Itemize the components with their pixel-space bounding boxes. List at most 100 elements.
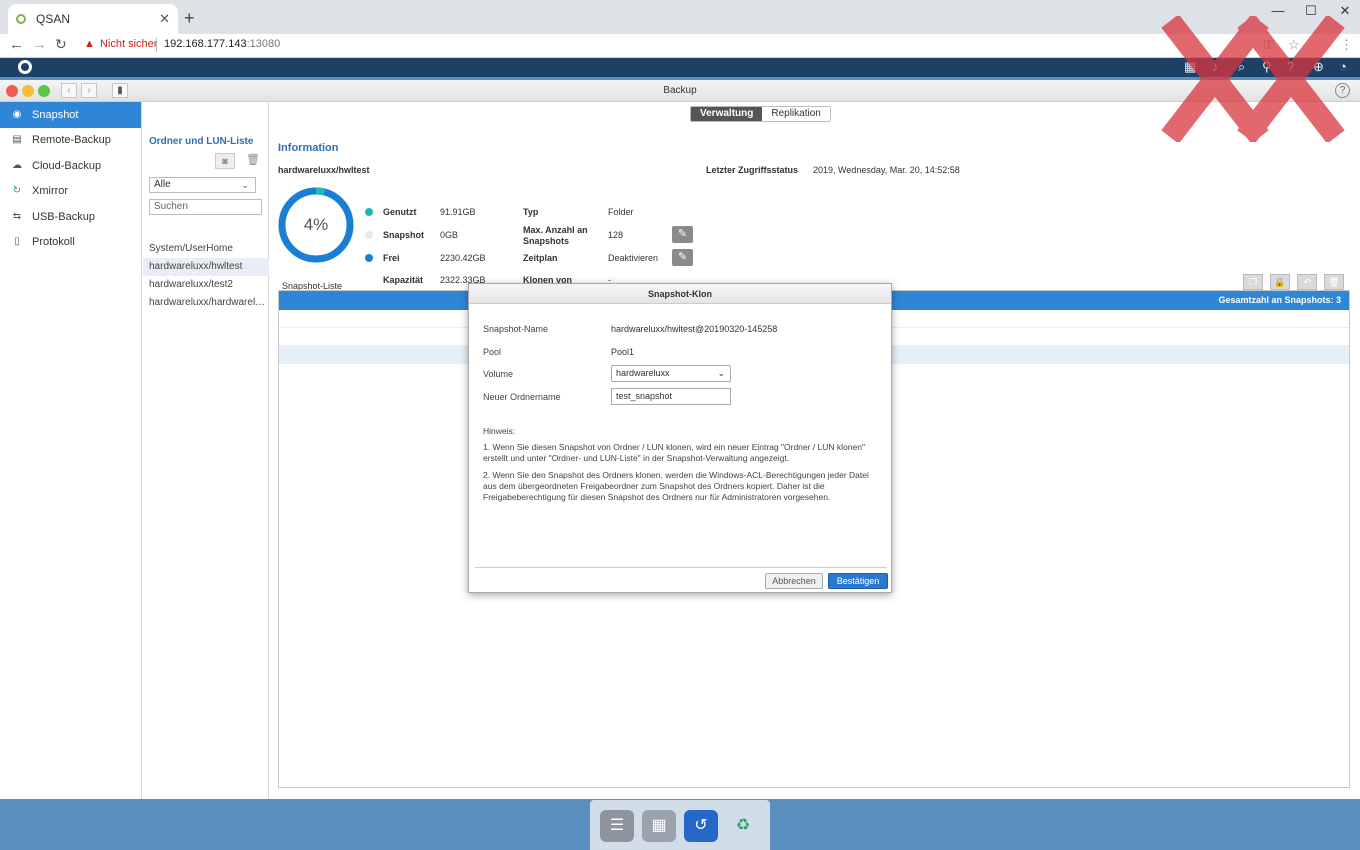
info-title: Information bbox=[278, 142, 339, 154]
log-icon: ▯ bbox=[14, 236, 20, 248]
legend-snapshot-label: Snapshot bbox=[383, 230, 425, 240]
folder-name-input[interactable]: test_snapshot bbox=[611, 388, 731, 405]
storage-manager-icon[interactable]: ☰ bbox=[600, 810, 634, 842]
pool-value: Pool1 bbox=[611, 347, 635, 357]
qsan-top-bar: ▦ ♪ ⌕ ⚲ ? ⊕ ◔ bbox=[0, 58, 1360, 77]
camera-icon: ◉ bbox=[12, 108, 22, 120]
tab-verwaltung[interactable]: Verwaltung bbox=[691, 107, 763, 121]
edit-schedule-button[interactable]: ✎ bbox=[672, 249, 693, 266]
url-field[interactable]: 192.168.177.143:13080 bbox=[164, 38, 280, 50]
volume-select[interactable]: hardwareluxx ⌄ bbox=[611, 365, 731, 382]
prop-type-label: Typ bbox=[523, 207, 539, 217]
snapshot-name-label: Snapshot-Name bbox=[483, 324, 549, 334]
sidebar-item-usb-backup[interactable]: ⇆ USB-Backup bbox=[0, 204, 141, 230]
dialog-title: Snapshot-Klon bbox=[469, 284, 891, 304]
warning-icon: ▲ bbox=[84, 38, 95, 50]
sidebar-item-snapshot[interactable]: ◉ Snapshot bbox=[0, 102, 141, 128]
legend-free-dot bbox=[365, 254, 373, 262]
sidebar-item-protokoll[interactable]: ▯ Protokoll bbox=[0, 230, 141, 256]
address-bar: ← → ↻ ▲ Nicht sicher 192.168.177.143:130… bbox=[0, 34, 1360, 58]
sidebar-item-label: USB-Backup bbox=[32, 210, 95, 223]
tab-title: QSAN bbox=[36, 12, 71, 26]
new-tab-button[interactable]: + bbox=[184, 8, 195, 29]
legend-snapshot-value: 0GB bbox=[440, 230, 459, 240]
sidebar-item-remote-backup[interactable]: ▤ Remote-Backup bbox=[0, 128, 141, 154]
usage-percent: 4% bbox=[303, 215, 329, 234]
volume-value: hardwareluxx bbox=[616, 368, 670, 378]
sync-icon: ↻ bbox=[12, 185, 22, 197]
tab-replikation[interactable]: Replikation bbox=[762, 107, 830, 121]
sidebar-item-label: Protokoll bbox=[32, 236, 75, 249]
edit-max-snapshots-button[interactable]: ✎ bbox=[672, 226, 693, 243]
folder-name: hardwareluxx/hwltest bbox=[278, 165, 370, 175]
cancel-button[interactable]: Abbrechen bbox=[765, 573, 823, 589]
sidebar-item-cloud-backup[interactable]: ☁ Cloud-Backup bbox=[0, 153, 141, 179]
url-host: 192.168.177.143 bbox=[164, 38, 247, 50]
legend-snapshot-dot bbox=[365, 231, 373, 239]
folder-list: System/UserHome hardwareluxx/hwltest har… bbox=[143, 240, 269, 312]
access-status-value: 2019, Wednesday, Mar. 20, 14:52:58 bbox=[813, 165, 960, 175]
dialog-footer-divider bbox=[475, 567, 887, 568]
legend-capacity-label: Kapazität bbox=[383, 275, 424, 285]
reload-icon[interactable]: ↻ bbox=[55, 36, 67, 53]
clone-icon[interactable]: ❐ bbox=[1243, 274, 1263, 290]
tab-close-button[interactable]: ✕ bbox=[159, 11, 170, 27]
app-grid-icon[interactable]: ▦ bbox=[642, 810, 676, 842]
xx-watermark-logo bbox=[1161, 16, 1345, 142]
confirm-button[interactable]: Bestätigen bbox=[828, 573, 888, 589]
forward-icon[interactable]: → bbox=[32, 36, 47, 53]
legend-used-value: 91.91GB bbox=[440, 207, 476, 217]
main-tabs: Verwaltung Replikation bbox=[690, 106, 831, 122]
prop-schedule-value: Deaktivieren bbox=[608, 253, 659, 263]
sidebar: ◉ Snapshot ▤ Remote-Backup ☁ Cloud-Backup ↻… bbox=[0, 102, 142, 799]
note-1: 1. Wenn Sie diesen Snapshot von Ordner /… bbox=[483, 442, 865, 463]
filter-select[interactable]: Alle ⌄ bbox=[149, 177, 256, 193]
folder-name-label: Neuer Ordnername bbox=[483, 392, 561, 402]
volume-label: Volume bbox=[483, 369, 514, 379]
sidebar-item-label: Snapshot bbox=[32, 108, 79, 121]
taskbar-dock: ☰ ▦ ↺ ♻ bbox=[590, 800, 770, 850]
sidebar-item-label: Xmirror bbox=[32, 185, 69, 198]
note-title: Hinweis: bbox=[483, 426, 516, 436]
note-2: 2. Wenn Sie den Snapshot des Ordners klo… bbox=[483, 470, 869, 502]
browser-tab[interactable]: QSAN ✕ bbox=[8, 4, 178, 34]
filter-value: Alle bbox=[154, 179, 171, 190]
sidebar-item-label: Cloud-Backup bbox=[32, 159, 102, 172]
prop-schedule-label: Zeitplan bbox=[523, 253, 558, 263]
sidebar-item-xmirror[interactable]: ↻ Xmirror bbox=[0, 179, 141, 205]
snapshot-camera-button[interactable]: ◙ bbox=[215, 153, 235, 169]
prop-max-snapshots-label: Max. Anzahl an Snapshots bbox=[523, 225, 588, 246]
legend-free-value: 2230.42GB bbox=[440, 253, 486, 263]
list-item[interactable]: hardwareluxx/test2 bbox=[143, 276, 269, 294]
chevron-down-icon: ⌄ bbox=[717, 368, 725, 378]
url-port: :13080 bbox=[246, 38, 281, 50]
backup-app-icon[interactable]: ↺ bbox=[684, 810, 718, 842]
folder-lun-panel: Ordner und LUN-Liste ◙ 🗑 Alle ⌄ Suchen Sy… bbox=[143, 102, 269, 799]
delete-folder-icon[interactable]: 🗑 bbox=[243, 153, 263, 169]
list-item[interactable]: System/UserHome bbox=[143, 240, 269, 258]
pool-label: Pool bbox=[483, 347, 502, 357]
insecure-label[interactable]: Nicht sicher bbox=[100, 38, 157, 50]
legend-free-label: Frei bbox=[383, 253, 400, 263]
legend-used-dot bbox=[365, 208, 373, 216]
chevron-down-icon: ⌄ bbox=[241, 180, 249, 190]
server-icon: ▤ bbox=[12, 134, 22, 146]
lock-icon[interactable]: 🔒 bbox=[1270, 274, 1290, 290]
list-item[interactable]: hardwareluxx/hardwareluxx-... bbox=[143, 294, 269, 312]
snapshot-name-value: hardwareluxx/hwltest@20190320-145258 bbox=[611, 324, 778, 334]
qsan-favicon-icon bbox=[16, 14, 26, 24]
usb-icon: ⇆ bbox=[12, 210, 22, 222]
access-status-label: Letzter Zugriffsstatus bbox=[706, 165, 799, 175]
list-item[interactable]: hardwareluxx/hwltest bbox=[143, 258, 269, 276]
recycle-bin-icon[interactable]: ♻ bbox=[726, 810, 760, 842]
delete-snapshot-icon[interactable]: 🗑 bbox=[1324, 274, 1344, 290]
window-title: Backup bbox=[663, 85, 697, 96]
window-titlebar: ‹ › ▮ Backup ? bbox=[0, 80, 1360, 102]
cloud-icon: ☁ bbox=[12, 159, 22, 171]
folder-search-input[interactable]: Suchen bbox=[149, 199, 262, 215]
snapshot-clone-dialog: Snapshot-Klon Snapshot-Name hardwareluxx… bbox=[468, 283, 892, 593]
qsan-logo-icon[interactable] bbox=[18, 60, 32, 74]
revert-icon[interactable]: ↶ bbox=[1297, 274, 1317, 290]
browser-tab-bar: QSAN ✕ + — ☐ ✕ bbox=[0, 0, 1360, 34]
back-icon[interactable]: ← bbox=[9, 36, 24, 53]
